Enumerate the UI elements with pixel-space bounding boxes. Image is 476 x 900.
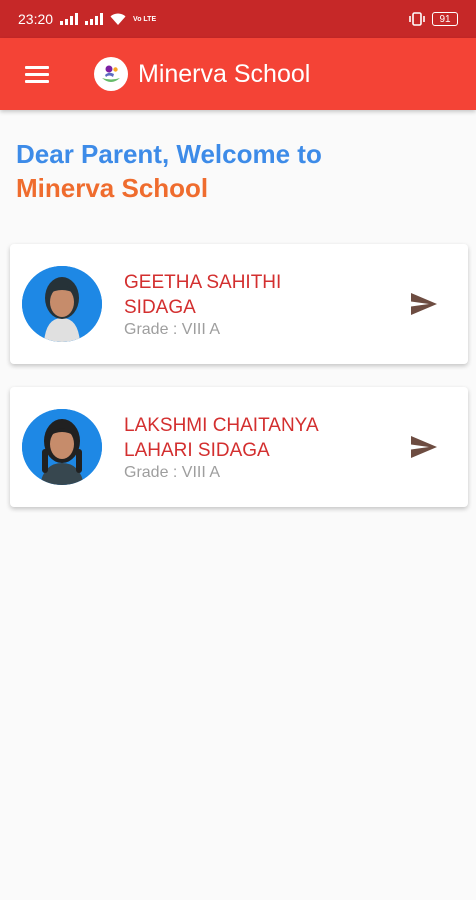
student-card[interactable]: LAKSHMI CHAITANYA LAHARI SIDAGA Grade : … [10, 387, 468, 507]
welcome-line-2: Minerva School [16, 173, 209, 203]
wifi-icon [110, 13, 126, 25]
student-grade: Grade : VIII A [124, 463, 221, 481]
student-info: GEETHA SAHITHI SIDAGA Grade : VIII A [124, 270, 402, 339]
status-time: 23:20 [18, 11, 54, 27]
open-student-button[interactable] [402, 282, 446, 326]
app-bar: Minerva School [0, 38, 476, 110]
school-logo [94, 57, 128, 91]
student-grade: Grade : VIII A [124, 320, 221, 338]
app-title: Minerva School [138, 59, 311, 88]
welcome-heading: Dear Parent, Welcome to Minerva School [16, 137, 456, 205]
student-info: LAKSHMI CHAITANYA LAHARI SIDAGA Grade : … [124, 413, 402, 482]
send-icon [411, 293, 437, 315]
volte-label: Vo LTE [133, 15, 157, 23]
student-name: LAKSHMI CHAITANYA LAHARI SIDAGA [124, 414, 319, 461]
student-avatar [22, 266, 102, 342]
battery-icon: 91 [432, 12, 458, 26]
student-avatar [22, 409, 102, 485]
status-right: 91 [408, 12, 458, 26]
welcome-line-1: Dear Parent, Welcome to [16, 139, 322, 169]
status-left: 23:20 Vo LTE [18, 11, 156, 27]
menu-button[interactable] [0, 38, 74, 110]
send-icon [411, 436, 437, 458]
signal-icon [60, 13, 79, 25]
menu-icon [25, 62, 49, 87]
signal-icon [85, 13, 104, 25]
student-name: GEETHA SAHITHI SIDAGA [124, 271, 282, 318]
student-card[interactable]: GEETHA SAHITHI SIDAGA Grade : VIII A [10, 244, 468, 364]
status-bar: 23:20 Vo LTE 91 [0, 0, 476, 38]
open-student-button[interactable] [402, 425, 446, 469]
vibrate-icon [409, 12, 425, 26]
